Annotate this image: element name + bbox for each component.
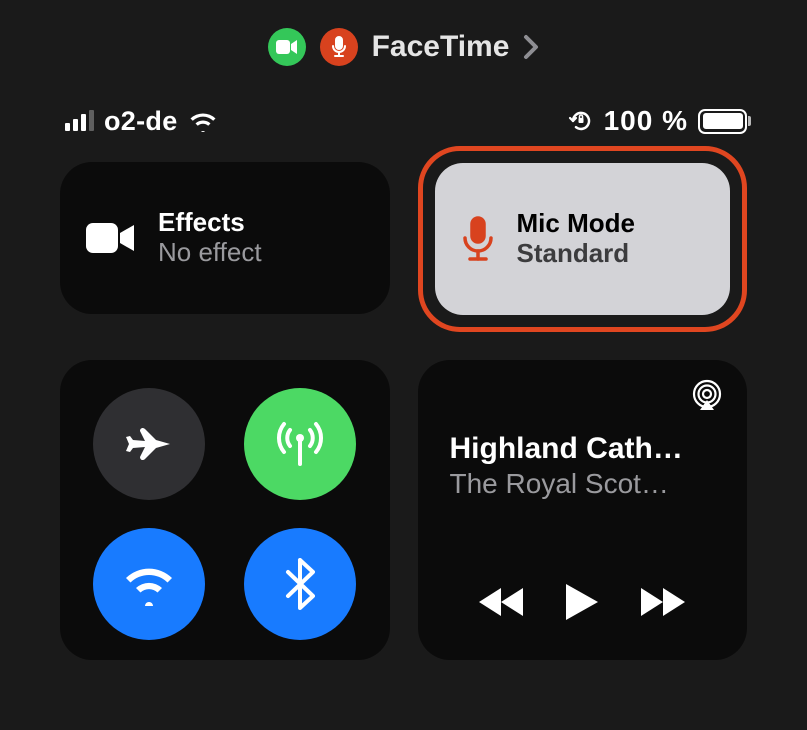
- connectivity-tile[interactable]: [60, 360, 390, 660]
- chevron-right-icon: [523, 34, 539, 60]
- wifi-icon: [188, 110, 218, 132]
- signal-icon: [65, 111, 94, 131]
- mic-mode-tile[interactable]: Mic Mode Standard: [435, 163, 731, 315]
- next-button[interactable]: [639, 586, 685, 618]
- app-name-label: FaceTime: [372, 30, 510, 64]
- bluetooth-toggle[interactable]: [244, 528, 356, 640]
- video-icon: [268, 28, 306, 66]
- mic-mode-title: Mic Mode: [517, 209, 635, 239]
- effects-title: Effects: [158, 208, 262, 238]
- cellular-toggle[interactable]: [244, 388, 356, 500]
- effects-tile[interactable]: Effects No effect: [60, 162, 390, 314]
- airplane-toggle[interactable]: [93, 388, 205, 500]
- wifi-icon: [120, 562, 178, 606]
- wifi-toggle[interactable]: [93, 528, 205, 640]
- play-button[interactable]: [564, 582, 600, 622]
- media-artist-label: The Royal Scot…: [450, 468, 716, 500]
- airplane-icon: [123, 418, 175, 470]
- media-track-title: Highland Cath…: [450, 432, 716, 466]
- video-icon: [86, 220, 136, 256]
- facetime-pill[interactable]: FaceTime: [0, 0, 807, 75]
- mic-icon: [320, 28, 358, 66]
- airplay-icon[interactable]: [689, 378, 725, 414]
- rotation-lock-icon: [568, 108, 594, 134]
- mic-icon: [461, 216, 495, 262]
- previous-button[interactable]: [479, 586, 525, 618]
- effects-subtitle: No effect: [158, 237, 262, 268]
- battery-icon: [698, 109, 747, 134]
- cellular-icon: [272, 416, 328, 472]
- carrier-label: o2-de: [104, 106, 178, 137]
- bluetooth-icon: [285, 558, 315, 610]
- mic-mode-subtitle: Standard: [517, 238, 635, 269]
- battery-percent-label: 100 %: [604, 105, 688, 137]
- mic-mode-highlight: Mic Mode Standard: [418, 146, 748, 332]
- media-tile[interactable]: Highland Cath… The Royal Scot…: [418, 360, 748, 660]
